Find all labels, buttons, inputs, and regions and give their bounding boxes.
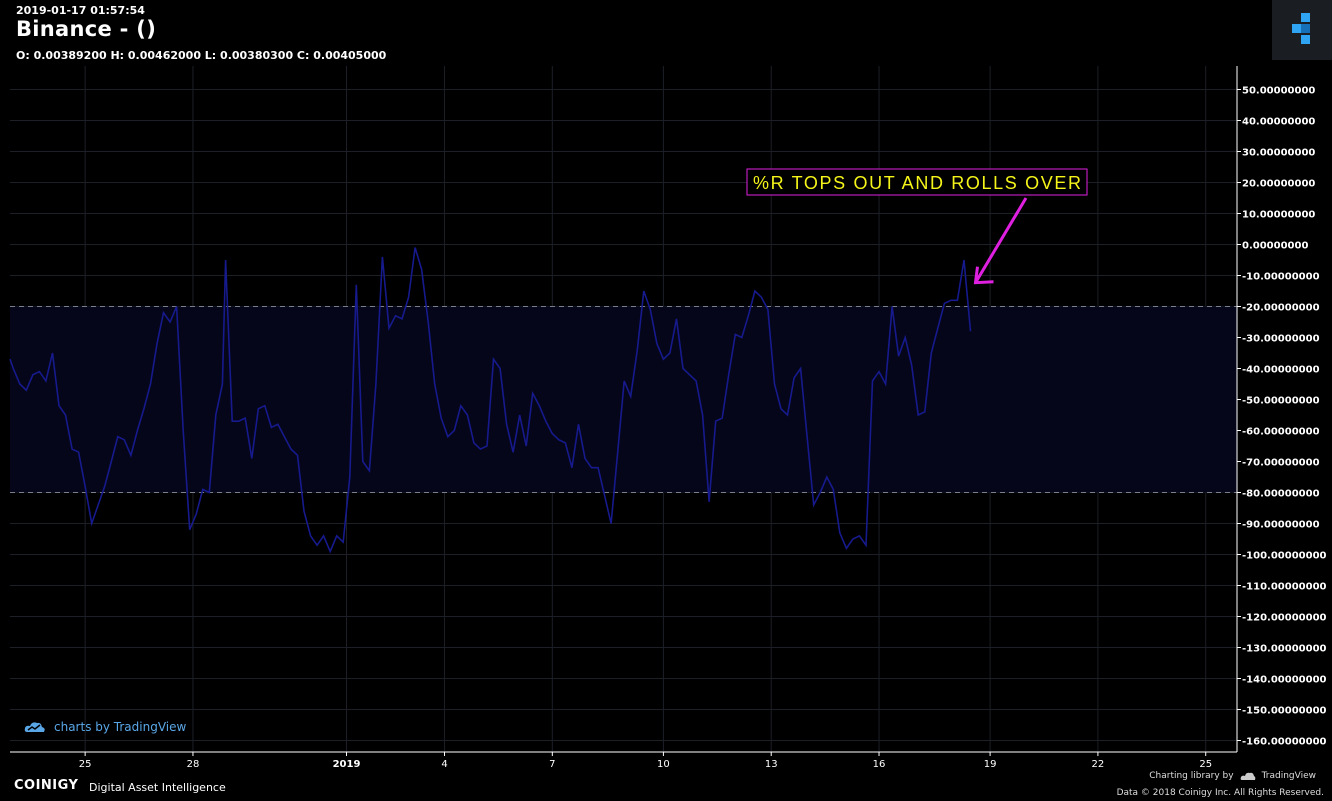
y-tick-label-3: 20.00000000 bbox=[1242, 179, 1315, 190]
y-tick-label-8: -30.00000000 bbox=[1242, 334, 1320, 345]
copyright-notice: Data © 2018 Coinigy Inc. All Rights Rese… bbox=[1116, 788, 1324, 798]
y-tick-label-14: -90.00000000 bbox=[1242, 520, 1320, 531]
x-tick-label-6: 13 bbox=[765, 759, 778, 770]
y-tick-label-15: -100.00000000 bbox=[1242, 551, 1327, 562]
y-tick-label-7: -20.00000000 bbox=[1242, 303, 1320, 314]
overbought-oversold-band bbox=[10, 306, 1237, 493]
y-tick-label-11: -60.00000000 bbox=[1242, 427, 1320, 438]
brand-tagline: Digital Asset Intelligence bbox=[89, 781, 226, 794]
williams-r-chart[interactable]: 50.0000000040.0000000030.0000000020.0000… bbox=[0, 0, 1332, 801]
tradingview-label: charts by TradingView bbox=[54, 720, 187, 734]
x-tick-label-0: 25 bbox=[79, 759, 92, 770]
x-tick-label-5: 10 bbox=[657, 759, 670, 770]
brand-name: COINIGY bbox=[14, 778, 79, 793]
y-tick-label-18: -130.00000000 bbox=[1242, 644, 1327, 655]
y-tick-label-20: -150.00000000 bbox=[1242, 706, 1327, 717]
library-credit-label: Charting library by bbox=[1149, 771, 1234, 781]
y-tick-label-6: -10.00000000 bbox=[1242, 272, 1320, 283]
y-tick-label-5: 0.00000000 bbox=[1242, 241, 1308, 252]
x-tick-label-4: 7 bbox=[549, 759, 555, 770]
y-tick-label-17: -120.00000000 bbox=[1242, 613, 1327, 624]
y-tick-label-13: -80.00000000 bbox=[1242, 489, 1320, 500]
x-tick-label-9: 22 bbox=[1092, 759, 1105, 770]
annotation-text: %R TOPS OUT AND ROLLS OVER bbox=[753, 173, 1081, 193]
annotation[interactable]: %R TOPS OUT AND ROLLS OVER bbox=[746, 168, 1088, 285]
y-tick-label-12: -70.00000000 bbox=[1242, 458, 1320, 469]
y-tick-label-10: -50.00000000 bbox=[1242, 396, 1320, 407]
y-tick-label-4: 10.00000000 bbox=[1242, 210, 1315, 221]
tradingview-logo-icon bbox=[1240, 772, 1255, 780]
library-name: TradingView bbox=[1261, 771, 1316, 781]
library-credit: Charting library by TradingView bbox=[1149, 771, 1316, 781]
x-tick-label-2: 2019 bbox=[333, 759, 361, 770]
tradingview-cloud-icon bbox=[24, 722, 45, 732]
y-tick-label-21: -160.00000000 bbox=[1242, 737, 1327, 748]
x-tick-label-10: 25 bbox=[1199, 759, 1212, 770]
x-tick-label-7: 16 bbox=[873, 759, 886, 770]
y-tick-label-1: 40.00000000 bbox=[1242, 117, 1315, 128]
annotation-arrow bbox=[974, 197, 1028, 284]
y-tick-label-0: 50.00000000 bbox=[1242, 86, 1315, 97]
y-tick-label-2: 30.00000000 bbox=[1242, 148, 1315, 159]
x-axis-labels: 25 28 2019 4 7 10 13 16 19 22 25 bbox=[79, 752, 1212, 770]
y-tick-label-9: -40.00000000 bbox=[1242, 365, 1320, 376]
x-tick-label-1: 28 bbox=[187, 759, 200, 770]
y-tick-label-19: -140.00000000 bbox=[1242, 675, 1327, 686]
x-tick-label-3: 4 bbox=[441, 759, 447, 770]
y-tick-label-16: -110.00000000 bbox=[1242, 582, 1327, 593]
x-tick-label-8: 19 bbox=[984, 759, 997, 770]
y-axis-labels: 50.00000000 40.00000000 30.00000000 20.0000… bbox=[1237, 86, 1327, 748]
tradingview-attribution[interactable]: charts by TradingView bbox=[24, 720, 186, 734]
